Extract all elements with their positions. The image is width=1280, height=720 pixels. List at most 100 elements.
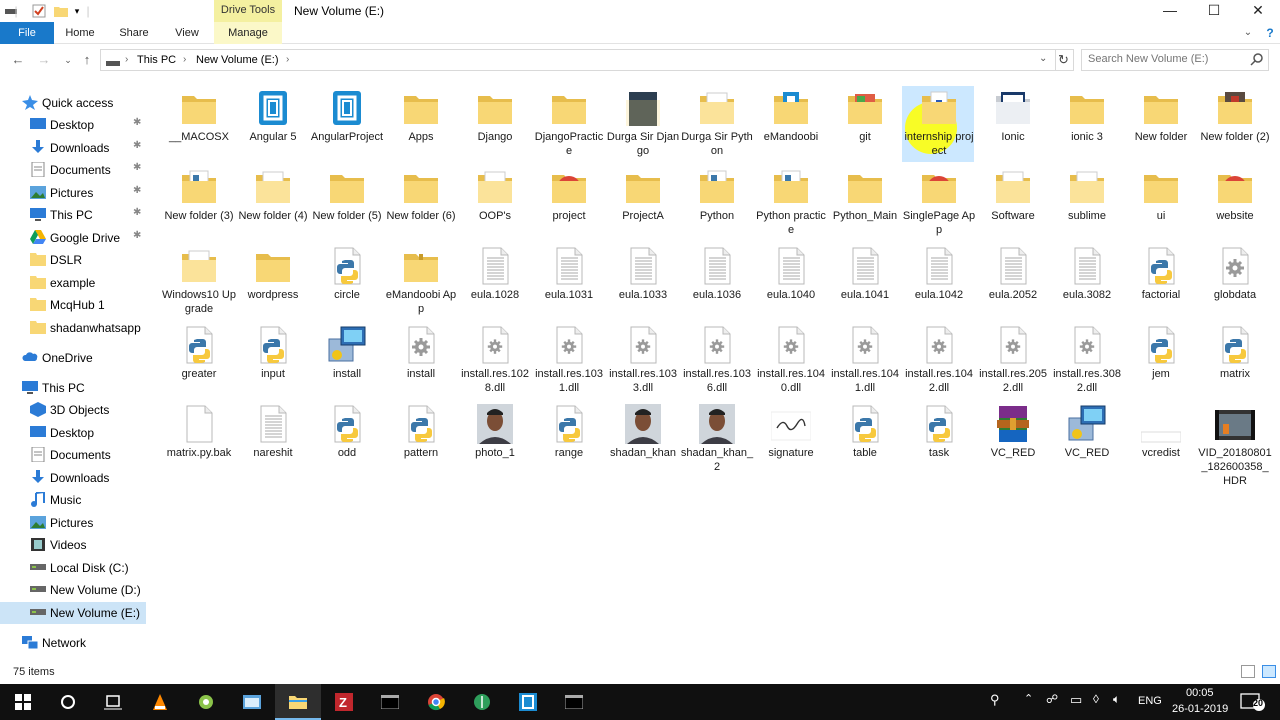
file-item[interactable]: eula.1041 <box>828 244 900 320</box>
language-indicator[interactable]: ENG <box>1138 695 1162 707</box>
file-item[interactable]: matrix <box>1198 323 1270 399</box>
network-icon[interactable]: ☍ <box>1046 692 1058 706</box>
file-item[interactable]: New folder (6) <box>384 165 456 241</box>
file-item[interactable]: table <box>828 402 900 478</box>
tab-file[interactable]: File <box>0 22 54 44</box>
nav-pc-videos[interactable]: Videos <box>0 534 146 556</box>
pin-icon[interactable]: ✱ <box>133 207 141 218</box>
tab-share[interactable]: Share <box>110 22 158 44</box>
file-item[interactable]: Apps <box>384 86 456 162</box>
file-item[interactable]: New folder (4) <box>236 165 308 241</box>
file-item[interactable]: eMandoobi <box>754 86 826 162</box>
file-item[interactable]: Windows10 Upgrade <box>162 244 236 320</box>
volume-icon[interactable]: 🔈︎ <box>1113 692 1120 707</box>
file-item[interactable]: New folder (5) <box>310 165 382 241</box>
file-item[interactable]: eula.1028 <box>458 244 530 320</box>
action-center-icon[interactable]: 20 <box>1240 693 1266 711</box>
file-item[interactable]: install.res.3082.dll <box>1050 323 1122 399</box>
file-item[interactable]: input <box>236 323 308 399</box>
close-button[interactable]: ✕ <box>1236 0 1280 22</box>
nav-recent-example[interactable]: example <box>0 272 146 294</box>
people-icon[interactable]: ⚲ <box>990 692 1000 708</box>
file-item[interactable]: greater <box>162 323 234 399</box>
tab-home[interactable]: Home <box>56 22 104 44</box>
file-item[interactable]: task <box>902 402 974 478</box>
file-item[interactable]: pattern <box>384 402 456 478</box>
pin-icon[interactable]: ✱ <box>133 140 141 151</box>
tree-app-icon[interactable] <box>459 684 505 720</box>
nav-pc-3d-objects[interactable]: 3D Objects <box>0 399 146 421</box>
nav-pc-music[interactable]: Music <box>0 489 146 511</box>
file-item[interactable]: wordpress <box>236 244 308 320</box>
file-item[interactable]: Durga Sir Django <box>606 86 679 162</box>
file-item[interactable]: Django <box>458 86 530 162</box>
file-item[interactable]: eula.1036 <box>680 244 752 320</box>
file-item[interactable]: install.res.1031.dll <box>532 323 604 399</box>
pin-icon[interactable]: ✱ <box>133 185 141 196</box>
file-explorer-taskbar-icon[interactable] <box>275 684 321 720</box>
nav-pc-desktop[interactable]: Desktop <box>0 422 146 444</box>
nav-pinned-this-pc[interactable]: This PC ✱ <box>0 204 146 226</box>
file-item[interactable]: shadan_khan <box>606 402 678 478</box>
file-item[interactable]: AngularProject <box>310 86 383 162</box>
file-item[interactable]: SinglePage App <box>902 165 975 241</box>
file-item[interactable]: project <box>532 165 604 241</box>
file-item[interactable]: Angular 5 <box>236 86 308 162</box>
file-item[interactable]: New folder (3) <box>162 165 234 241</box>
filezilla-icon[interactable]: Z <box>321 684 367 720</box>
file-item[interactable]: OOP's <box>458 165 530 241</box>
search-input[interactable] <box>1088 53 1248 65</box>
file-item[interactable]: matrix.py.bak <box>162 402 234 478</box>
file-item[interactable]: eula.1042 <box>902 244 974 320</box>
nav-recent-shadanwhatsapp[interactable]: shadanwhatsapp <box>0 317 146 339</box>
file-item[interactable]: eula.1040 <box>754 244 826 320</box>
tab-view[interactable]: View <box>164 22 210 44</box>
cortana-icon[interactable] <box>45 684 91 720</box>
address-bar[interactable]: › This PC › New Volume (E:) › ⌄ <box>100 49 1056 71</box>
file-item[interactable]: install <box>310 323 382 399</box>
nav-pc-pictures[interactable]: Pictures <box>0 512 146 534</box>
file-item[interactable]: install.res.1036.dll <box>680 323 752 399</box>
file-item[interactable]: nareshit <box>236 402 308 478</box>
file-item[interactable]: shadan_khan_2 <box>680 402 753 478</box>
up-arrow-icon[interactable]: ↑ <box>79 52 95 68</box>
details-view-icon[interactable] <box>1241 665 1255 678</box>
forward-arrow-icon[interactable]: → <box>36 52 52 68</box>
properties-icon[interactable] <box>30 3 48 19</box>
file-item[interactable]: VID_20180801_182600358_HDR <box>1198 402 1272 487</box>
nav-pinned-desktop[interactable]: Desktop ✱ <box>0 114 146 136</box>
nav-pc-new-volume-d-[interactable]: New Volume (D:) <box>0 579 146 601</box>
file-item[interactable]: VC_RED <box>1050 402 1122 478</box>
nav-pc-downloads[interactable]: Downloads <box>0 467 146 489</box>
nav-this-pc[interactable]: This PC <box>0 377 146 399</box>
file-item[interactable]: eula.2052 <box>976 244 1048 320</box>
file-item[interactable]: globdata <box>1198 244 1270 320</box>
breadcrumb-current[interactable]: New Volume (E:) <box>196 54 279 66</box>
file-item[interactable]: internship project <box>902 86 974 162</box>
nav-pc-local-disk-c-[interactable]: Local Disk (C:) <box>0 557 146 579</box>
maximize-button[interactable]: ☐ <box>1192 0 1236 22</box>
brackets-icon[interactable] <box>505 684 551 720</box>
help-icon[interactable]: ? <box>1262 22 1278 44</box>
nav-pc-documents[interactable]: Documents <box>0 444 146 466</box>
file-item[interactable]: photo_1 <box>458 402 530 478</box>
vlc-icon[interactable] <box>137 684 183 720</box>
pin-icon[interactable]: ✱ <box>133 117 141 128</box>
terminal-icon[interactable] <box>551 684 597 720</box>
nav-pinned-google-drive[interactable]: Google Drive ✱ <box>0 227 146 249</box>
file-item[interactable]: website <box>1198 165 1270 241</box>
file-item[interactable]: New folder <box>1124 86 1196 162</box>
tab-manage[interactable]: Manage <box>214 22 282 44</box>
file-item[interactable]: Python_Main <box>828 165 900 241</box>
file-item[interactable]: install <box>384 323 456 399</box>
file-item[interactable]: ui <box>1124 165 1196 241</box>
file-item[interactable]: odd <box>310 402 382 478</box>
ribbon-expand-icon[interactable]: ⌄ <box>1240 22 1256 44</box>
file-item[interactable]: circle <box>310 244 382 320</box>
battery-icon[interactable]: ▭ <box>1070 692 1082 708</box>
file-item[interactable]: Python practice <box>754 165 826 241</box>
file-item[interactable]: ProjectA <box>606 165 678 241</box>
file-item[interactable]: Ionic <box>976 86 1048 162</box>
file-item[interactable]: install.res.1033.dll <box>606 323 678 399</box>
file-item[interactable]: eMandoobi App <box>384 244 456 320</box>
